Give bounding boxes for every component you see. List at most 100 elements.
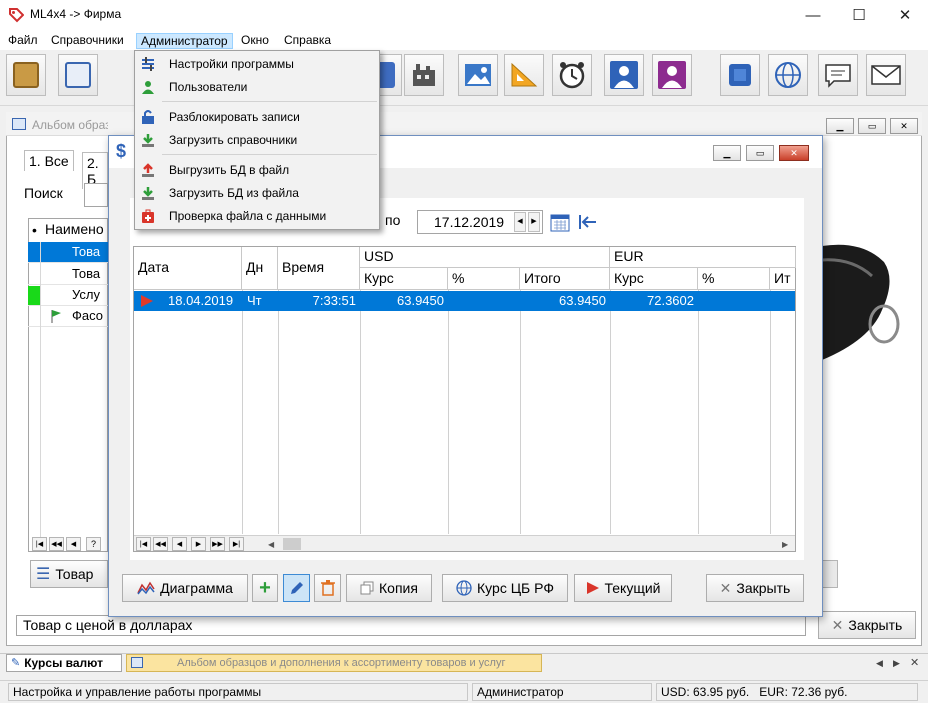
calendar-icon[interactable] (550, 212, 570, 232)
toolbar-man-button[interactable] (604, 54, 644, 96)
menu-item-settings[interactable]: Настройки программы (135, 53, 379, 75)
row-pointer-icon (141, 295, 153, 307)
col-group-usd[interactable]: USD (360, 247, 610, 268)
col-header-eur-pct[interactable]: % (698, 268, 770, 290)
toolbar-globe-button[interactable] (768, 54, 808, 96)
menu-item-check-file[interactable]: Проверка файла с данными (135, 205, 379, 227)
menu-item-load-directories[interactable]: Загрузить справочники (135, 129, 379, 151)
rates-close-form-button[interactable]: ✕ Закрыть (706, 574, 804, 602)
unlock-icon (142, 110, 154, 124)
col-header-usd-pct[interactable]: % (448, 268, 520, 290)
play-icon (586, 582, 599, 594)
album-close-form-button[interactable]: ✕ Закрыть (818, 611, 916, 639)
album-close-button[interactable]: ✕ (890, 118, 918, 134)
toolbar-clock-button[interactable] (552, 54, 592, 96)
col-header-date[interactable]: Дата (134, 247, 242, 290)
rates-minimize-button[interactable]: ▁ (713, 145, 741, 161)
description-field[interactable]: Товар с ценой в долларах (16, 615, 806, 636)
col-header-eur-rate[interactable]: Курс (610, 268, 698, 290)
edit-button[interactable] (283, 574, 310, 602)
minimize-button[interactable]: — (790, 0, 836, 30)
toolbar-mail-button[interactable] (866, 54, 906, 96)
chart-icon (137, 581, 155, 595)
rates-close-button[interactable]: ✕ (779, 145, 809, 161)
menu-item-export-db[interactable]: Выгрузить БД в файл (135, 159, 379, 181)
add-button[interactable]: + (252, 574, 278, 602)
date-to-label: по (385, 212, 401, 228)
menu-window[interactable]: Окно (237, 33, 273, 49)
delete-button[interactable] (314, 574, 341, 602)
table-row[interactable] (134, 291, 795, 311)
menu-item-import-db[interactable]: Загрузить БД из файла (135, 182, 379, 204)
album-window-icon (12, 118, 26, 130)
toolbar-chat-button[interactable] (818, 54, 858, 96)
toolbar-chip-button[interactable] (720, 54, 760, 96)
nav-next-button[interactable]: ▶ (191, 537, 206, 551)
date-prev-button[interactable]: ◀ (514, 212, 526, 232)
menu-item-users[interactable]: Пользователи (135, 76, 379, 98)
grid-col-line (610, 290, 611, 534)
globe-icon (456, 580, 472, 596)
hscroll-thumb[interactable] (283, 538, 301, 550)
copy-icon (360, 581, 374, 595)
nav-help-button[interactable]: ? (86, 537, 101, 551)
cell-time: 7:33:51 (312, 293, 356, 308)
back-to-start-icon[interactable] (578, 213, 598, 231)
col-header-day[interactable]: Дн (242, 247, 278, 290)
close-button[interactable]: ✕ (882, 0, 928, 30)
toolbar-picture-button[interactable] (458, 54, 498, 96)
hscroll-right-button[interactable]: ▶ (782, 540, 788, 549)
album-minimize-button[interactable]: ▁ (826, 118, 854, 134)
toolbar-woman-button[interactable] (652, 54, 692, 96)
close-x-icon: ✕ (831, 616, 844, 633)
col-header-time[interactable]: Время (278, 247, 360, 290)
album-maximize-button[interactable]: ▭ (858, 118, 886, 134)
menu-item-unlock[interactable]: Разблокировать записи (135, 106, 379, 128)
product-button[interactable]: ☰ Товар (30, 560, 108, 588)
table-header-marker: • (32, 222, 37, 238)
col-header-usd-rate[interactable]: Курс (360, 268, 448, 290)
col-group-eur[interactable]: EUR (610, 247, 796, 268)
menu-administrator[interactable]: Администратор (136, 33, 233, 49)
search-label: Поиск (24, 185, 63, 201)
col-header-eur-total[interactable]: Ит (770, 268, 795, 290)
tab-all[interactable]: 1. Все (24, 150, 74, 171)
nav-prev-button[interactable]: ◀ (66, 537, 81, 551)
tabs-scroll-right[interactable]: ▶ (893, 658, 900, 669)
toolbar-ruler-button[interactable] (504, 54, 544, 96)
nav-next-page-button[interactable]: ▶▶ (210, 537, 225, 551)
maximize-button[interactable]: ☐ (836, 0, 882, 30)
cbr-rate-button[interactable]: Курс ЦБ РФ (442, 574, 568, 602)
menu-help[interactable]: Справка (280, 33, 335, 49)
search-input[interactable] (84, 183, 108, 207)
tab-currency-rates[interactable]: ✎ Курсы валют (6, 654, 122, 672)
cell-date: 18.04.2019 (168, 293, 234, 308)
grid-col-line (278, 290, 279, 534)
toolbar-catalog-button[interactable] (58, 54, 98, 96)
menu-directories[interactable]: Справочники (47, 33, 128, 49)
nav-first-button[interactable]: |◀ (32, 537, 47, 551)
col-header-usd-total[interactable]: Итого (520, 268, 610, 290)
nav-first-button[interactable]: |◀ (136, 537, 151, 551)
toolbar-box-button[interactable] (6, 54, 46, 96)
nav-prev-button[interactable]: ◀ (172, 537, 187, 551)
trash-icon (320, 580, 335, 596)
rates-maximize-button[interactable]: ▭ (746, 145, 774, 161)
status-rates: USD: 63.95 руб. EUR: 72.36 руб. (656, 683, 918, 701)
download-icon (142, 187, 154, 200)
hscroll-left-button[interactable]: ◀ (268, 540, 274, 549)
tabs-close[interactable]: ✕ (910, 656, 919, 669)
copy-button[interactable]: Копия (346, 574, 432, 602)
tabs-scroll-left[interactable]: ◀ (876, 658, 883, 669)
menu-file[interactable]: Файл (4, 33, 42, 49)
tab-album[interactable]: Альбом образцов и дополнения к ассортиме… (126, 654, 542, 672)
toolbar-warehouse-button[interactable] (404, 54, 444, 96)
current-rate-button[interactable]: Текущий (574, 574, 672, 602)
nav-prev-page-button[interactable]: ◀◀ (153, 537, 168, 551)
nav-prev-page-button[interactable]: ◀◀ (49, 537, 64, 551)
nav-last-button[interactable]: ▶| (229, 537, 244, 551)
chart-button[interactable]: Диаграмма (122, 574, 248, 602)
grid-col-line (770, 290, 771, 534)
table-header-name[interactable]: Наимено (45, 221, 104, 237)
date-next-button[interactable]: ▶ (528, 212, 540, 232)
